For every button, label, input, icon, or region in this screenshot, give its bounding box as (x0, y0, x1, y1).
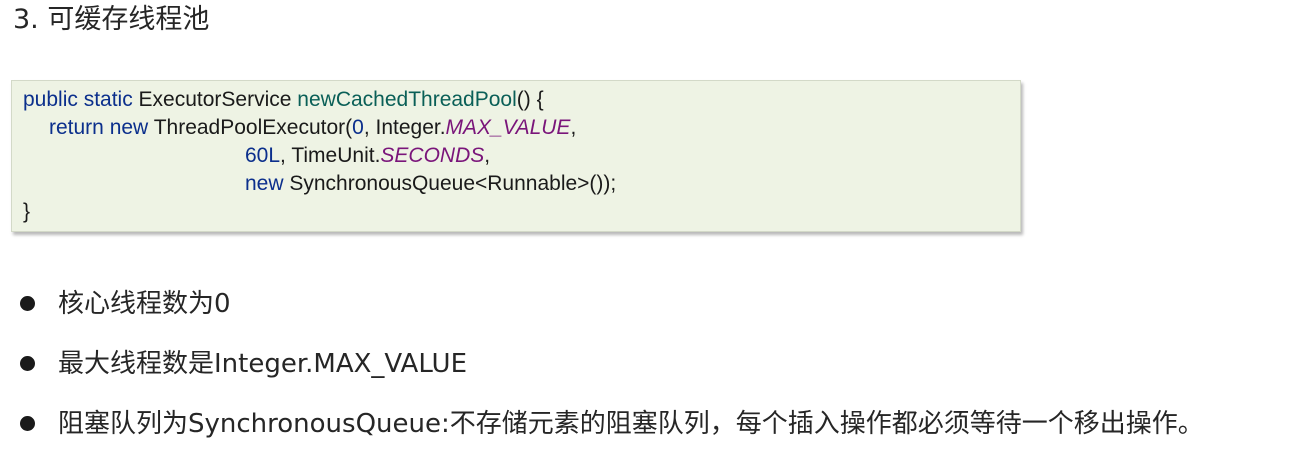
code-line-1: public static ExecutorService newCachedT… (23, 86, 1020, 114)
code-number: 60L (245, 144, 281, 167)
bullet-dot-icon (20, 356, 35, 371)
code-text: () { (516, 88, 544, 111)
list-item: 最大线程数是Integer.MAX_VALUE (0, 336, 1309, 396)
code-text: , TimeUnit. (280, 144, 381, 167)
list-item: 阻塞队列为SynchronousQueue:不存储元素的阻塞队列，每个插入操作都… (0, 396, 1309, 456)
code-static-field: SECONDS (380, 144, 485, 167)
code-text: , (570, 116, 577, 139)
code-line-2: return new ThreadPoolExecutor(0, Integer… (23, 114, 1020, 142)
bullet-dot-icon (20, 296, 35, 311)
bullet-text: 核心线程数为0 (58, 289, 231, 319)
page-title: 3. 可缓存线程池 (13, 4, 210, 35)
code-type: ExecutorService (132, 88, 298, 111)
code-keyword: new (245, 172, 284, 195)
bullet-dot-icon (20, 416, 35, 431)
code-method-name: newCachedThreadPool (297, 88, 517, 111)
bullet-list: 核心线程数为0 最大线程数是Integer.MAX_VALUE 阻塞队列为Syn… (0, 276, 1309, 456)
code-text: , (484, 144, 491, 167)
code-keyword: return (49, 116, 104, 139)
code-keyword: new (109, 116, 149, 139)
code-line-5: } (23, 198, 1020, 226)
code-keyword: public static (23, 88, 133, 111)
code-block: public static ExecutorService newCachedT… (11, 80, 1021, 232)
code-text: SynchronousQueue<Runnable>()); (283, 172, 617, 195)
code-line-4: new SynchronousQueue<Runnable>()); (23, 170, 1020, 198)
list-item: 核心线程数为0 (0, 276, 1309, 336)
bullet-text: 最大线程数是Integer.MAX_VALUE (58, 349, 467, 379)
code-text: } (23, 200, 31, 223)
code-static-field: MAX_VALUE (445, 116, 571, 139)
code-text: ThreadPoolExecutor( (148, 116, 353, 139)
code-number: 0 (352, 116, 364, 139)
bullet-text: 阻塞队列为SynchronousQueue:不存储元素的阻塞队列，每个插入操作都… (58, 409, 1204, 439)
code-text: , Integer. (363, 116, 446, 139)
code-line-3: 60L, TimeUnit.SECONDS, (23, 142, 1020, 170)
